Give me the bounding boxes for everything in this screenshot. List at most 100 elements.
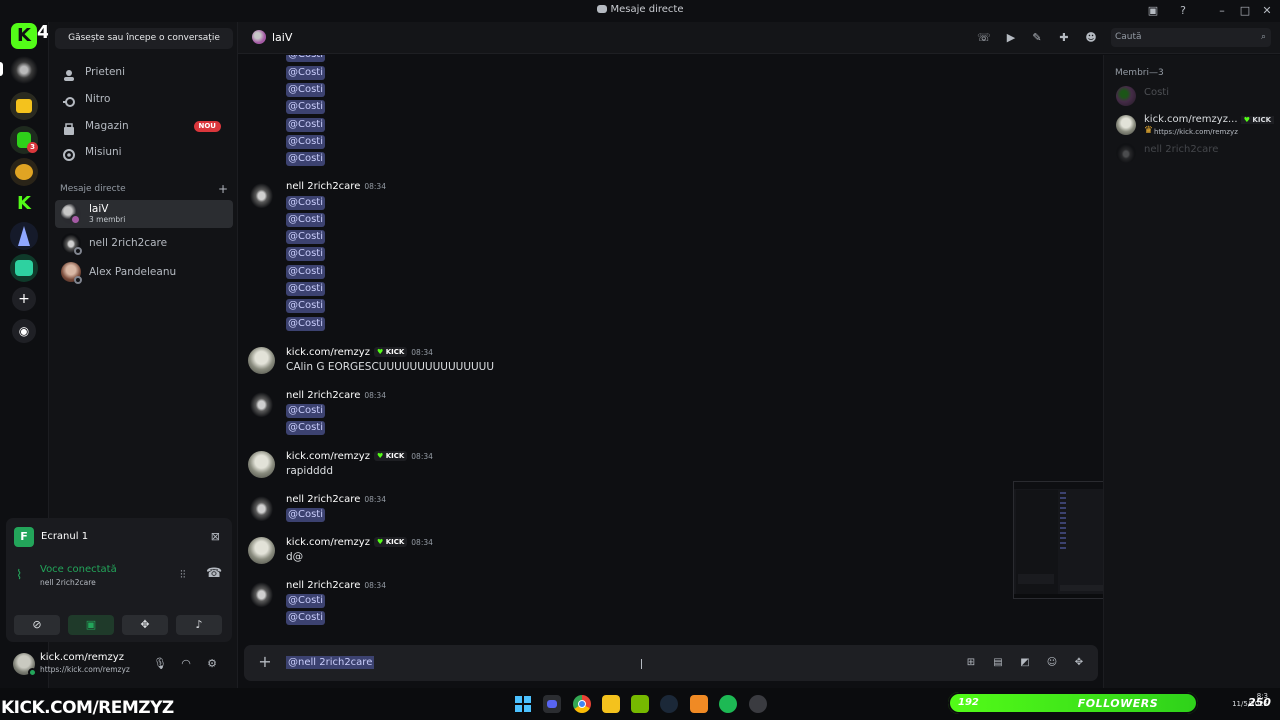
file-explorer-icon[interactable] [602, 695, 620, 713]
start-icon[interactable] [514, 695, 532, 713]
dm-item-alex[interactable]: Alex Pandeleanu [55, 258, 233, 286]
mention[interactable]: @Costi [286, 118, 326, 132]
message-author[interactable]: kick.com/remzyz ♥ KICK 08:34 [286, 537, 433, 548]
video-call-icon[interactable]: ▶ [1004, 31, 1018, 45]
mention[interactable]: @Costi [286, 265, 326, 279]
status-online-icon [28, 668, 37, 677]
message-author[interactable]: nell 2rich2care 08:34 [286, 390, 386, 401]
author-avatar[interactable] [248, 580, 275, 607]
member-avatar [1116, 143, 1136, 163]
camera-toggle-button[interactable]: ⊘ [14, 615, 60, 635]
disconnect-icon[interactable]: ☎ [206, 566, 222, 581]
mention[interactable]: @Costi [286, 135, 326, 149]
add-server-icon[interactable]: + [12, 287, 36, 311]
noise-suppression-icon[interactable]: ⫶⫶ [180, 568, 186, 582]
minimize-button[interactable]: – [1214, 3, 1230, 19]
nav-nitro[interactable]: Nitro [57, 87, 231, 111]
nav-quests[interactable]: Misiuni [57, 140, 231, 164]
close-button[interactable]: ✕ [1259, 3, 1275, 19]
server-avatar-1[interactable] [10, 56, 38, 84]
kick-logo-server[interactable]: K [11, 23, 37, 49]
nav-friends[interactable]: Prieteni [57, 60, 231, 84]
mention[interactable]: @Costi [286, 55, 326, 62]
mention[interactable]: @Costi [286, 152, 326, 166]
maximize-button[interactable]: □ [1237, 3, 1253, 19]
chrome-icon[interactable] [573, 695, 591, 713]
mention[interactable]: @Costi [286, 611, 326, 625]
message-author[interactable]: nell 2rich2care 08:34 [286, 181, 386, 192]
mention[interactable]: @Costi [286, 230, 326, 244]
attach-plus-icon[interactable]: + [256, 653, 274, 671]
author-avatar[interactable] [248, 537, 275, 564]
signal-icon[interactable]: ⌇ [16, 568, 22, 583]
followers-goal-target: 250 [1248, 696, 1271, 709]
nav-shop[interactable]: Magazin NOU [57, 114, 231, 138]
mention[interactable]: @Costi [286, 299, 326, 313]
emoji-icon[interactable]: ☺ [1045, 656, 1059, 670]
message-author[interactable]: nell 2rich2care 08:34 [286, 494, 386, 505]
discover-icon[interactable]: ◉ [12, 319, 36, 343]
discord-taskbar-icon[interactable] [543, 695, 561, 713]
message-input[interactable]: @nell 2rich2care [286, 656, 375, 669]
voice-call-icon[interactable]: ☏ [977, 31, 991, 45]
obs-icon[interactable] [749, 695, 767, 713]
stop-stream-icon[interactable]: ⊠ [211, 530, 220, 543]
message-author[interactable]: kick.com/remzyz ♥ KICK 08:34 [286, 347, 433, 358]
mention[interactable]: @Costi [286, 83, 326, 97]
headphones-icon[interactable]: ◠ [178, 656, 194, 672]
author-avatar[interactable] [248, 390, 275, 417]
nvidia-icon[interactable] [631, 695, 649, 713]
settings-gear-icon[interactable]: ⚙ [204, 656, 220, 672]
activities-button[interactable]: ✥ [122, 615, 168, 635]
app-icon[interactable] [690, 695, 708, 713]
server-avatar-4[interactable] [10, 158, 38, 186]
server-avatar-2[interactable] [10, 92, 38, 120]
search-input[interactable]: Caută ⌕ [1111, 28, 1271, 47]
gif-icon[interactable]: ▤ [991, 656, 1005, 670]
author-avatar[interactable] [248, 181, 275, 208]
member-item[interactable]: nell 2rich2care [1114, 140, 1278, 166]
mention[interactable]: @Costi [286, 317, 326, 331]
mention[interactable]: @Costi [286, 66, 326, 80]
mention[interactable]: @Costi [286, 213, 326, 227]
screen-share-button[interactable]: ▣ [68, 615, 114, 635]
sticker-icon[interactable]: ◩ [1018, 656, 1032, 670]
mention[interactable]: @Costi [286, 404, 326, 418]
member-item[interactable]: kick.com/remzyz... ♥ KICK ♛ https://kick… [1114, 112, 1278, 138]
pin-icon[interactable]: ✎ [1030, 31, 1044, 45]
steam-icon[interactable] [660, 695, 678, 713]
mention[interactable]: @Costi [286, 594, 326, 608]
server-avatar-6[interactable] [10, 254, 38, 282]
apps-icon[interactable]: ✥ [1072, 656, 1086, 670]
screen-share-row[interactable]: F Ecranul 1 ⊠ [14, 527, 224, 547]
gift-icon[interactable]: ⊞ [964, 656, 978, 670]
shop-icon [63, 120, 75, 135]
status-offline-icon [74, 247, 82, 255]
message-composer[interactable]: + @nell 2rich2care ⊞ ▤ ◩ ☺ ✥ [244, 645, 1098, 681]
author-avatar[interactable] [248, 347, 275, 374]
mention[interactable]: @Costi [286, 100, 326, 114]
kick-server[interactable]: K [14, 194, 34, 214]
inbox-icon[interactable]: ▣ [1145, 3, 1161, 19]
author-avatar[interactable] [248, 451, 275, 478]
members-icon[interactable]: ☻ [1084, 31, 1098, 45]
mention[interactable]: @Costi [286, 282, 326, 296]
mention[interactable]: @Costi [286, 421, 326, 435]
mention[interactable]: @Costi [286, 247, 326, 261]
help-icon[interactable]: ? [1175, 3, 1191, 19]
message-author[interactable]: nell 2rich2care 08:34 [286, 580, 386, 591]
dm-item-laiv[interactable]: laiV 3 membri [55, 200, 233, 228]
server-avatar-5[interactable] [10, 222, 38, 250]
message-author[interactable]: kick.com/remzyz ♥ KICK 08:34 [286, 451, 433, 462]
add-friends-icon[interactable]: ✚ [1057, 31, 1071, 45]
find-conversation-button[interactable]: Găsește sau începe o conversație [55, 28, 233, 49]
mic-icon[interactable]: 🎙 [152, 656, 168, 672]
spotify-icon[interactable] [719, 695, 737, 713]
mention[interactable]: @Costi [286, 196, 326, 210]
create-dm-icon[interactable]: + [218, 182, 228, 196]
mention[interactable]: @Costi [286, 508, 326, 522]
author-avatar[interactable] [248, 494, 275, 521]
member-item[interactable]: Costi [1114, 83, 1278, 109]
dm-item-nell[interactable]: nell 2rich2care [55, 229, 233, 257]
soundboard-button[interactable]: ♪ [176, 615, 222, 635]
